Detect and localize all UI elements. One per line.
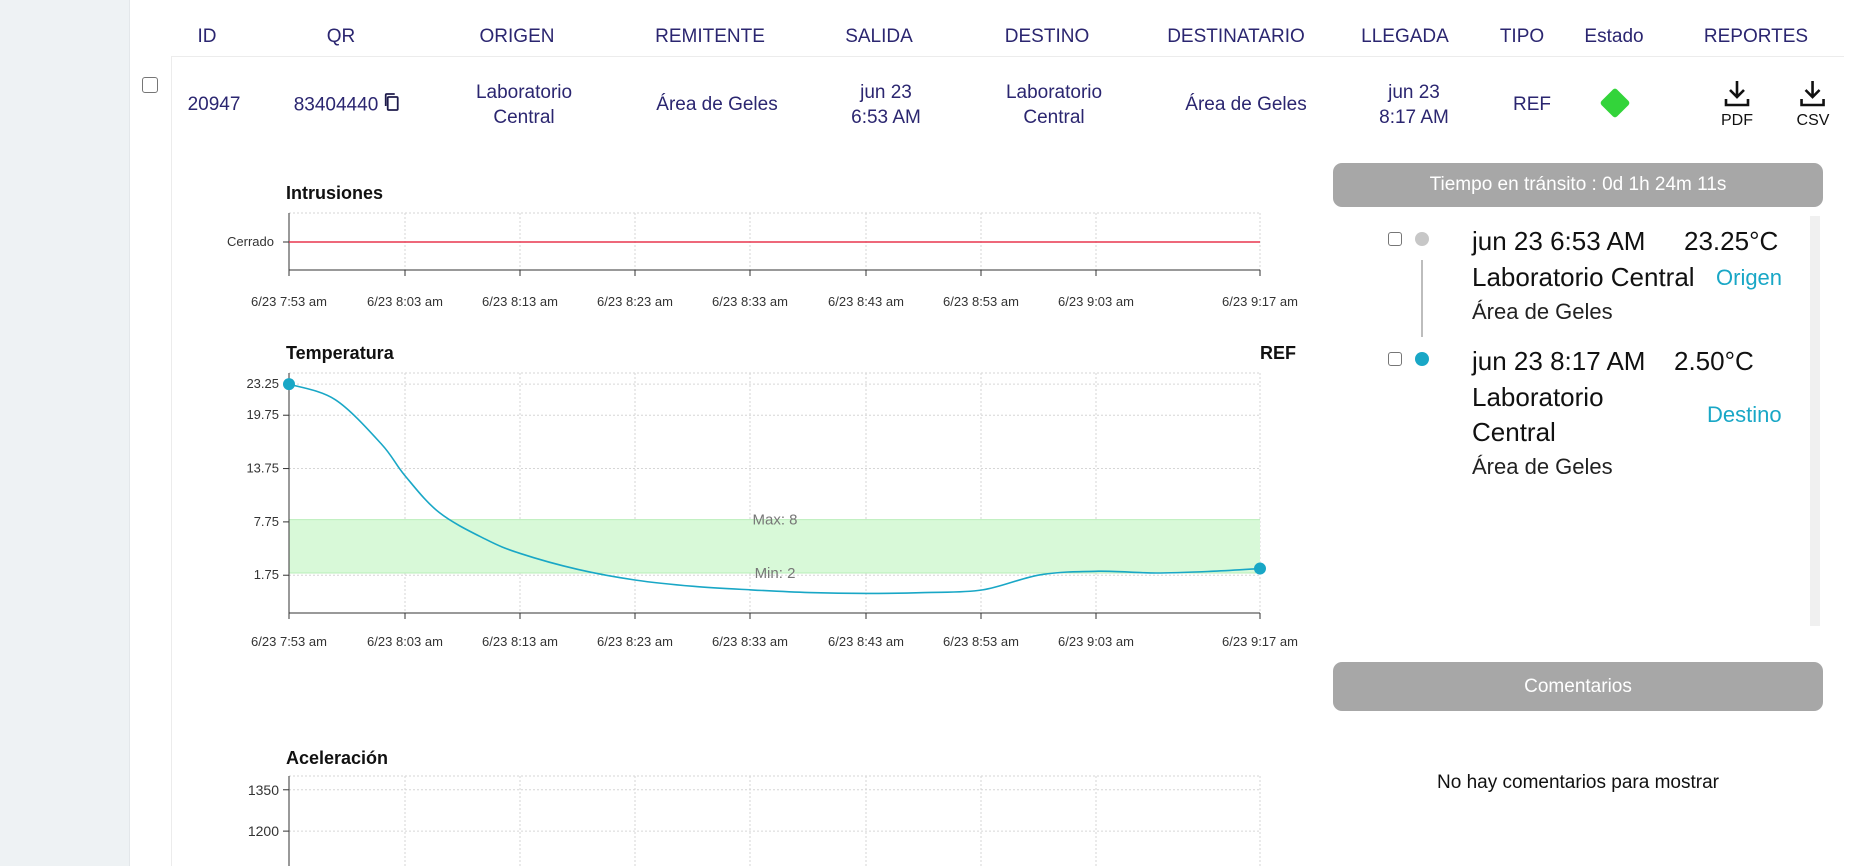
timeline-origin-checkbox[interactable]: [1388, 232, 1402, 246]
transit-time-bar: Tiempo en tránsito : 0d 1h 24m 11s: [1333, 163, 1823, 207]
comments-header[interactable]: Comentarios: [1333, 662, 1823, 711]
origin-temperature: 23.25°C: [1684, 226, 1779, 256]
header-estado[interactable]: Estado: [1584, 26, 1643, 48]
y-tick-label: 13.75: [246, 461, 279, 476]
cell-tipo: REF: [1513, 94, 1551, 115]
x-tick-label: 6/23 9:03 am: [1058, 634, 1134, 649]
max-threshold-label: Max: 8: [752, 512, 797, 529]
x-tick-label: 6/23 8:53 am: [943, 634, 1019, 649]
csv-label: CSV: [1796, 112, 1830, 129]
x-tick-label: 6/23 8:43 am: [828, 294, 904, 309]
x-tick-label: 6/23 9:17 am: [1222, 294, 1298, 309]
origin-role-label: Origen: [1716, 265, 1783, 290]
x-tick-label: 6/23 8:23 am: [597, 294, 673, 309]
x-tick-label: 6/23 8:13 am: [482, 294, 558, 309]
origin-area: Área de Geles: [1472, 299, 1613, 324]
origin-place: Laboratorio Central: [1472, 262, 1695, 292]
y-tick-label: 1.75: [254, 567, 279, 582]
llegada-time: 8:17 AM: [1379, 107, 1449, 128]
x-tick-label: 6/23 9:03 am: [1058, 294, 1134, 309]
y-tick-label: 1200: [248, 823, 279, 839]
y-tick-label: Cerrado: [227, 234, 274, 249]
llegada-date: jun 23: [1388, 82, 1440, 103]
csv-report-button[interactable]: CSV: [1796, 78, 1830, 130]
timeline-destination-checkbox[interactable]: [1388, 352, 1402, 366]
timeline-connector: [1421, 260, 1423, 337]
x-tick-label: 6/23 7:53 am: [251, 634, 327, 649]
x-tick-label: 6/23 8:03 am: [367, 634, 443, 649]
header-tipo[interactable]: TIPO: [1500, 26, 1544, 48]
x-tick-label: 6/23 9:17 am: [1222, 634, 1298, 649]
cell-llegada: jun 23 8:17 AM: [1379, 80, 1449, 130]
pdf-label: PDF: [1721, 112, 1753, 129]
download-icon: [1800, 81, 1826, 107]
header-llegada[interactable]: LLEGADA: [1361, 26, 1449, 48]
pdf-report-button[interactable]: PDF: [1721, 78, 1753, 130]
x-tick-label: 6/23 7:53 am: [251, 294, 327, 309]
x-tick-label: 6/23 8:33 am: [712, 294, 788, 309]
destination-role-label: Destino: [1707, 402, 1782, 427]
destination-datetime: jun 23 8:17 AM: [1472, 346, 1646, 376]
timeline-origin-dot: [1415, 232, 1429, 246]
charts-canvas: Cerrado 6/23 7:53 am 6/23 8:03 am 6/23 8:13…: [227, 212, 1298, 866]
y-tick-label: 7.75: [254, 514, 279, 529]
destination-place-line2: Central: [1472, 417, 1556, 447]
x-tick-label: 6/23 8:43 am: [828, 634, 904, 649]
y-tick-label: 1350: [248, 782, 279, 798]
x-tick-label: 6/23 8:13 am: [482, 634, 558, 649]
temperature-end-point: [1254, 562, 1266, 575]
destination-temperature: 2.50°C: [1674, 346, 1754, 376]
x-tick-label: 6/23 8:23 am: [597, 634, 673, 649]
origin-datetime: jun 23 6:53 AM: [1472, 226, 1646, 256]
download-icon: [1724, 81, 1750, 107]
x-tick-label: 6/23 8:03 am: [367, 294, 443, 309]
no-comments-message: No hay comentarios para mostrar: [1437, 772, 1719, 793]
min-threshold-label: Min: 2: [755, 565, 796, 582]
temperature-start-point: [283, 378, 295, 391]
x-tick-label: 6/23 8:53 am: [943, 294, 1019, 309]
timeline-destination-dot: [1415, 352, 1429, 366]
header-reportes[interactable]: REPORTES: [1704, 26, 1808, 48]
destination-place-line1: Laboratorio: [1472, 382, 1604, 412]
y-tick-label: 23.25: [246, 376, 279, 391]
y-tick-label: 19.75: [246, 407, 279, 422]
page-margin: [1844, 0, 1867, 866]
destination-area: Área de Geles: [1472, 454, 1613, 479]
x-tick-label: 6/23 8:33 am: [712, 634, 788, 649]
